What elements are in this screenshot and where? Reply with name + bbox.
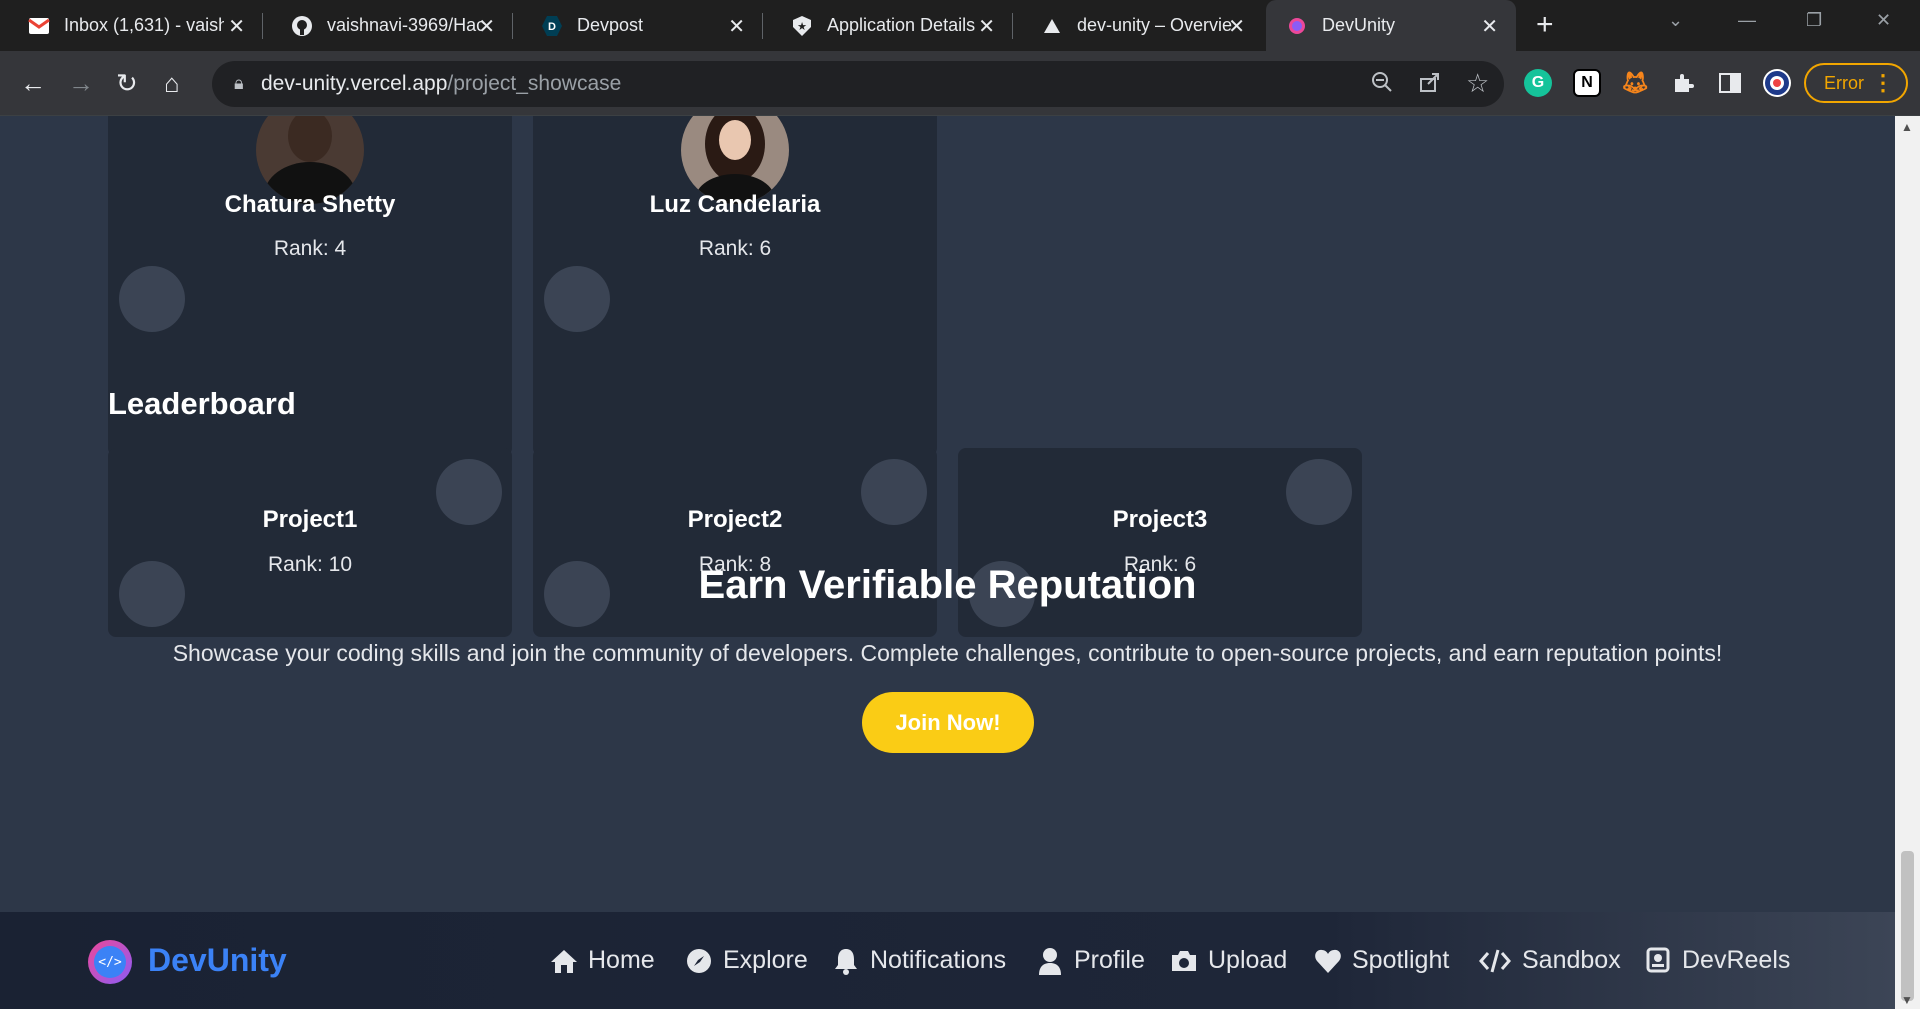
tab-title: dev-unity – Overvie bbox=[1077, 15, 1233, 35]
restore-icon[interactable]: ❐ bbox=[1806, 10, 1822, 31]
developer-rank: Rank: 6 bbox=[698, 237, 772, 260]
vercel-triangle-icon bbox=[1041, 15, 1063, 37]
camera-icon bbox=[1170, 947, 1198, 975]
nav-home[interactable]: Home bbox=[550, 946, 655, 975]
developer-rank: Rank: 4 bbox=[273, 237, 347, 260]
zoom-out-icon[interactable] bbox=[1370, 70, 1394, 101]
decorative-circle bbox=[544, 266, 610, 332]
scroll-down-icon[interactable]: ▼ bbox=[1901, 993, 1913, 1007]
leaderboard-title: Leaderboard bbox=[108, 386, 296, 421]
home-icon[interactable]: ⌂ bbox=[164, 68, 180, 99]
hero-description: Showcase your coding skills and join the… bbox=[172, 640, 1723, 666]
share-icon[interactable] bbox=[1418, 70, 1442, 101]
tab-devunity[interactable]: DevUnity ✕ bbox=[1266, 0, 1516, 51]
brand-name[interactable]: DevUnity bbox=[148, 942, 287, 979]
nav-devreels[interactable]: DevReels bbox=[1644, 946, 1790, 975]
developer-card[interactable]: Luz Candelaria Rank: 6 bbox=[533, 116, 937, 456]
project-name: Project2 bbox=[687, 506, 783, 533]
metamask-fox-icon[interactable]: 🦊︎ bbox=[1621, 69, 1649, 97]
scroll-up-icon[interactable]: ▲ bbox=[1901, 120, 1913, 134]
page-scrollbar[interactable]: ▲ ▼ bbox=[1895, 116, 1920, 1009]
user-icon bbox=[1036, 947, 1064, 975]
close-icon[interactable]: ✕ bbox=[228, 14, 245, 39]
address-bar[interactable]: 🔒︎ dev-unity.vercel.app/project_showcase… bbox=[212, 61, 1504, 107]
profile-avatar-icon[interactable] bbox=[1763, 69, 1791, 97]
bell-icon bbox=[832, 947, 860, 975]
reload-icon[interactable]: ↻ bbox=[116, 68, 138, 99]
nav-upload[interactable]: Upload bbox=[1170, 946, 1287, 975]
github-icon bbox=[291, 15, 313, 37]
heart-icon bbox=[1314, 947, 1342, 975]
scrollbar-thumb[interactable] bbox=[1901, 851, 1914, 1001]
menu-dots-icon[interactable]: ⋮ bbox=[1872, 70, 1894, 96]
code-brackets-icon: </> bbox=[94, 946, 126, 978]
project-name: Project1 bbox=[262, 506, 358, 533]
hero-title: Earn Verifiable Reputation bbox=[698, 563, 1197, 607]
grammarly-icon[interactable]: G bbox=[1524, 69, 1552, 97]
browser-tabstrip: Inbox (1,631) - vaish ✕ vaishnavi-3969/H… bbox=[0, 0, 1920, 51]
url-text[interactable]: dev-unity.vercel.app/project_showcase bbox=[261, 72, 621, 96]
nav-notifications[interactable]: Notifications bbox=[832, 946, 1006, 975]
tab-title: vaishnavi-3969/Hac bbox=[327, 15, 486, 35]
page-viewport: Chatura Shetty Rank: 4 Luz Candelaria Ra… bbox=[0, 116, 1895, 1009]
reel-icon bbox=[1644, 947, 1672, 975]
home-icon bbox=[550, 947, 578, 975]
devunity-icon bbox=[1286, 15, 1308, 37]
bookmark-star-icon[interactable]: ☆ bbox=[1466, 68, 1489, 99]
decorative-circle bbox=[119, 266, 185, 332]
devpost-icon: D bbox=[541, 15, 563, 37]
close-icon[interactable]: ✕ bbox=[1481, 14, 1498, 39]
tab-title: Inbox (1,631) - vaish bbox=[64, 15, 224, 35]
close-icon[interactable]: ✕ bbox=[478, 14, 495, 39]
back-icon[interactable]: ← bbox=[20, 68, 46, 99]
side-panel-icon[interactable] bbox=[1716, 69, 1744, 97]
tab-search-icon[interactable]: ⌄ bbox=[1668, 10, 1683, 31]
lock-icon: 🔒︎ bbox=[234, 73, 244, 93]
project-name: Project3 bbox=[1112, 506, 1208, 533]
tab-application-details[interactable]: ★ Application Details ✕ bbox=[763, 0, 1013, 51]
minimize-icon[interactable]: — bbox=[1738, 10, 1756, 31]
developer-name: Chatura Shetty bbox=[224, 191, 396, 218]
close-icon[interactable]: ✕ bbox=[728, 14, 745, 39]
tab-vercel[interactable]: dev-unity – Overvie ✕ bbox=[1013, 0, 1263, 51]
gmail-icon bbox=[28, 15, 50, 37]
svg-text:★: ★ bbox=[797, 21, 807, 33]
tab-title: Application Details bbox=[827, 15, 976, 35]
tab-github[interactable]: vaishnavi-3969/Hac ✕ bbox=[263, 0, 513, 51]
devunity-logo[interactable]: </> bbox=[88, 940, 132, 984]
forward-icon[interactable]: → bbox=[68, 68, 94, 99]
close-icon[interactable]: ✕ bbox=[978, 14, 995, 39]
tab-title: DevUnity bbox=[1322, 15, 1396, 35]
browser-toolbar: ← → ↻ ⌂ 🔒︎ dev-unity.vercel.app/project_… bbox=[0, 51, 1920, 116]
join-now-button[interactable]: Join Now! bbox=[862, 692, 1034, 753]
tab-gmail[interactable]: Inbox (1,631) - vaish ✕ bbox=[0, 0, 263, 51]
error-button[interactable]: Error ⋮ bbox=[1804, 63, 1908, 103]
tab-devpost[interactable]: D Devpost ✕ bbox=[513, 0, 763, 51]
leaderboard-card[interactable]: Project2 Rank: 8 bbox=[533, 448, 937, 637]
developer-name: Luz Candelaria bbox=[649, 191, 821, 218]
nav-sandbox[interactable]: Sandbox bbox=[1478, 946, 1621, 975]
shield-star-icon: ★ bbox=[791, 15, 813, 37]
close-icon[interactable]: ✕ bbox=[1228, 14, 1245, 39]
close-window-icon[interactable]: ✕ bbox=[1876, 10, 1891, 31]
svg-text:D: D bbox=[548, 21, 556, 33]
extensions-puzzle-icon[interactable] bbox=[1669, 69, 1697, 97]
tab-title: Devpost bbox=[577, 15, 644, 35]
code-icon bbox=[1478, 947, 1512, 975]
nav-explore[interactable]: Explore bbox=[685, 946, 808, 975]
new-tab-button[interactable]: + bbox=[1536, 8, 1554, 42]
leaderboard-card[interactable]: Project3 Rank: 6 bbox=[958, 448, 1362, 637]
leaderboard-card[interactable]: Project1 Rank: 10 bbox=[108, 448, 512, 637]
notion-icon[interactable]: N bbox=[1573, 69, 1601, 97]
footer-nav: </> DevUnity Home Explore Notifications … bbox=[0, 912, 1895, 1009]
nav-spotlight[interactable]: Spotlight bbox=[1314, 946, 1449, 975]
nav-profile[interactable]: Profile bbox=[1036, 946, 1145, 975]
compass-icon bbox=[685, 947, 713, 975]
